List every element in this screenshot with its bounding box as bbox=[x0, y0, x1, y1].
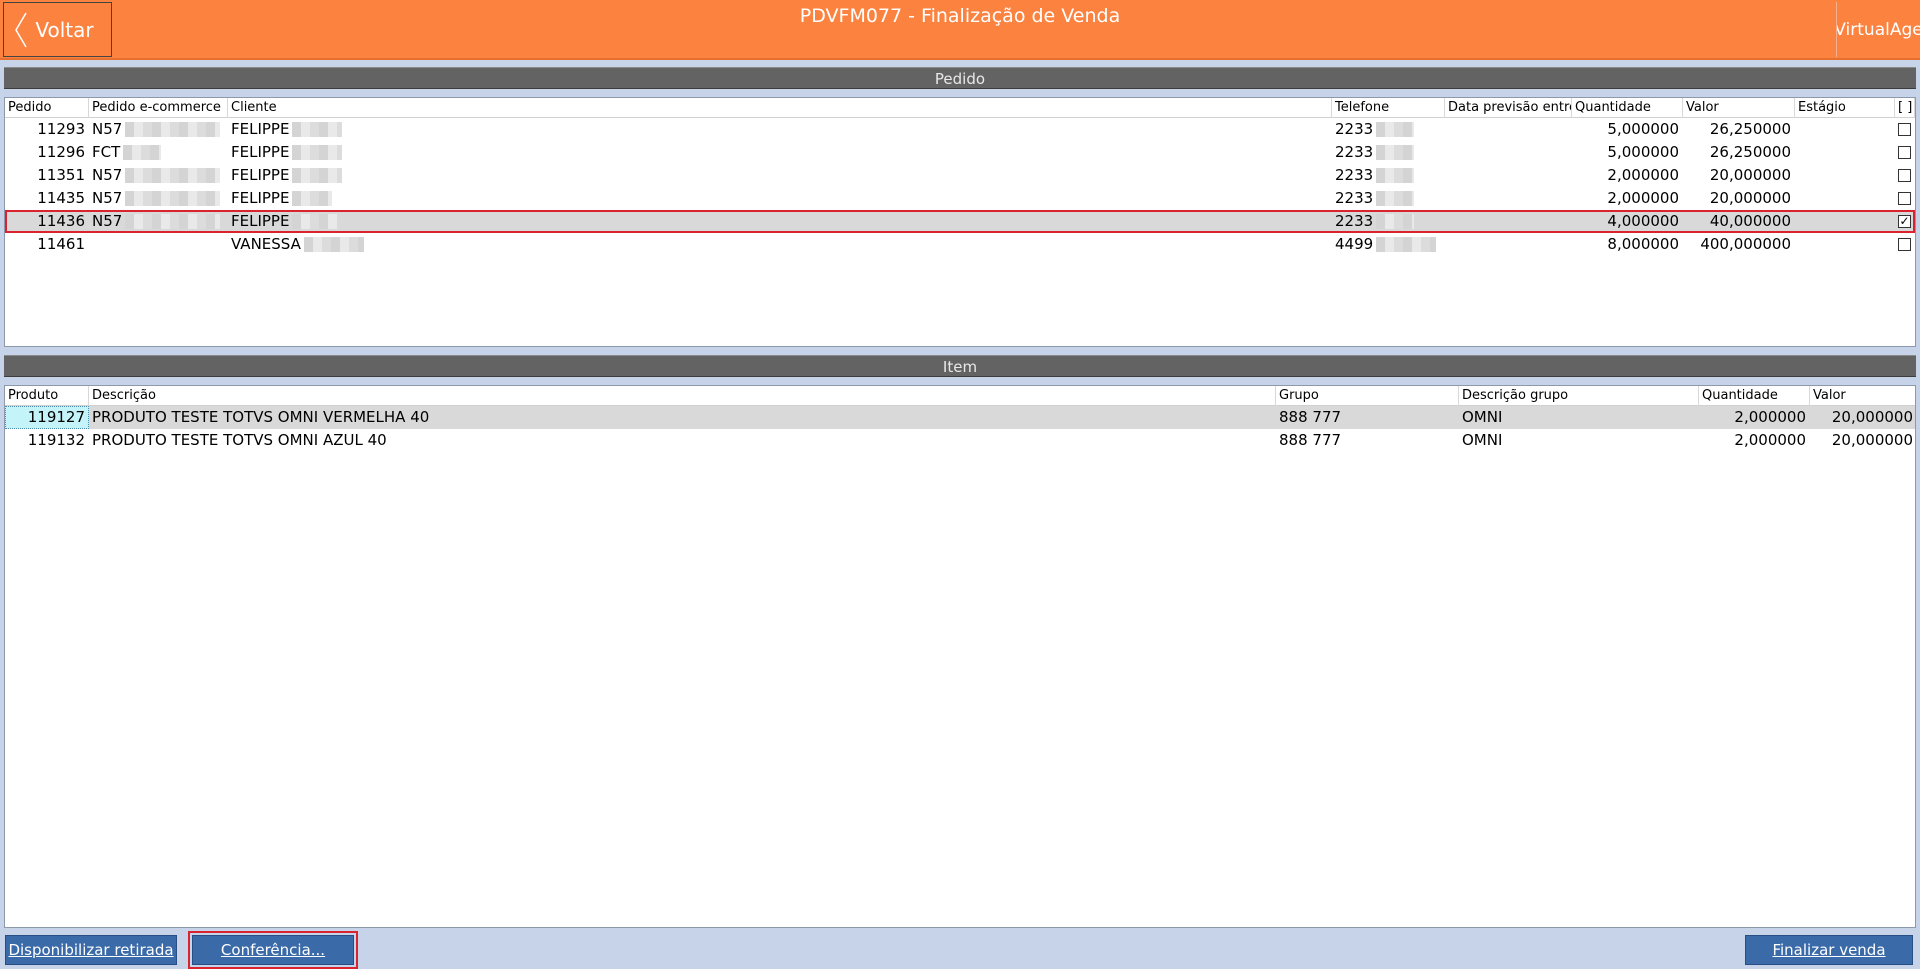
telefone: 4499 bbox=[1335, 235, 1374, 253]
cliente-name: FELIPPE bbox=[231, 143, 290, 161]
cliente-name: FELIPPE bbox=[231, 189, 290, 207]
row-checkbox[interactable] bbox=[1898, 169, 1911, 182]
cliente-name: FELIPPE bbox=[231, 166, 290, 184]
col-produto[interactable]: Produto bbox=[5, 386, 89, 406]
ecommerce-id: FCT bbox=[92, 143, 121, 161]
item-quantidade: 2,000000 bbox=[1734, 408, 1806, 426]
finalizar-venda-button[interactable]: Finalizar venda bbox=[1745, 935, 1913, 965]
item-descricao-grupo: OMNI bbox=[1462, 431, 1503, 449]
item-descricao: PRODUTO TESTE TOTVS OMNI VERMELHA 40 bbox=[92, 408, 430, 426]
col-quantidade[interactable]: Quantidade bbox=[1572, 98, 1683, 118]
item-grid-header: Produto Descrição Grupo Descrição grupo … bbox=[5, 386, 1915, 406]
item-descricao: PRODUTO TESTE TOTVS OMNI AZUL 40 bbox=[92, 431, 387, 449]
disponibilizar-retirada-button[interactable]: Disponibilizar retirada bbox=[5, 935, 177, 965]
pedido-number: 11296 bbox=[37, 143, 85, 161]
col-pedido-ecommerce[interactable]: Pedido e-commerce bbox=[89, 98, 228, 118]
row-checkbox[interactable] bbox=[1898, 238, 1911, 251]
quantidade: 4,000000 bbox=[1607, 212, 1679, 230]
telefone: 2233 bbox=[1335, 120, 1374, 138]
cliente-name: VANESSA bbox=[231, 235, 301, 253]
col-valor[interactable]: Valor bbox=[1810, 386, 1915, 406]
pedido-number: 11293 bbox=[37, 120, 85, 138]
col-estagio[interactable]: Estágio bbox=[1795, 98, 1895, 118]
row-checkbox-checked[interactable]: ✓ bbox=[1898, 215, 1911, 228]
col-check-all[interactable]: [ ] bbox=[1895, 98, 1915, 118]
brand-label: VirtualAge bbox=[1836, 2, 1920, 57]
item-descricao-grupo: OMNI bbox=[1462, 408, 1503, 426]
quantidade: 5,000000 bbox=[1607, 120, 1679, 138]
pedido-grid[interactable]: Pedido Pedido e-commerce Cliente Telefon… bbox=[4, 97, 1916, 347]
valor: 20,000000 bbox=[1709, 166, 1791, 184]
telefone: 2233 bbox=[1335, 189, 1374, 207]
pedido-grid-header: Pedido Pedido e-commerce Cliente Telefon… bbox=[5, 98, 1915, 118]
valor: 20,000000 bbox=[1709, 189, 1791, 207]
telefone: 2233 bbox=[1335, 212, 1374, 230]
col-pedido[interactable]: Pedido bbox=[5, 98, 89, 118]
page-title: PDVFM077 - Finalização de Venda bbox=[799, 5, 1121, 27]
ecommerce-id: N57 bbox=[92, 120, 123, 138]
pedido-row[interactable]: 11435 N57 FELIPPE 2233 2,000000 20,00000… bbox=[5, 187, 1915, 210]
item-grupo: 888 777 bbox=[1279, 431, 1342, 449]
cliente-name: FELIPPE bbox=[231, 120, 290, 138]
pedido-number: 11351 bbox=[37, 166, 85, 184]
conferencia-button[interactable]: Conferência... bbox=[188, 931, 358, 969]
cliente-name: FELIPPE bbox=[231, 212, 290, 230]
col-data-previsao[interactable]: Data previsão entre bbox=[1445, 98, 1572, 118]
item-grid[interactable]: Produto Descrição Grupo Descrição grupo … bbox=[4, 385, 1916, 928]
pedido-section-header: Pedido bbox=[4, 67, 1916, 89]
row-checkbox[interactable] bbox=[1898, 123, 1911, 136]
item-row[interactable]: 119132 PRODUTO TESTE TOTVS OMNI AZUL 40 … bbox=[5, 429, 1915, 452]
pedido-row[interactable]: 11293 N57 FELIPPE 2233 5,000000 26,25000… bbox=[5, 118, 1915, 141]
col-descricao-grupo[interactable]: Descrição grupo bbox=[1459, 386, 1699, 406]
item-row-selected[interactable]: 119127 PRODUTO TESTE TOTVS OMNI VERMELHA… bbox=[5, 406, 1915, 429]
quantidade: 8,000000 bbox=[1607, 235, 1679, 253]
quantidade: 2,000000 bbox=[1607, 166, 1679, 184]
quantidade: 2,000000 bbox=[1607, 189, 1679, 207]
row-checkbox[interactable] bbox=[1898, 192, 1911, 205]
col-telefone[interactable]: Telefone bbox=[1332, 98, 1445, 118]
valor: 26,250000 bbox=[1709, 120, 1791, 138]
item-quantidade: 2,000000 bbox=[1734, 431, 1806, 449]
telefone: 2233 bbox=[1335, 166, 1374, 184]
row-checkbox[interactable] bbox=[1898, 146, 1911, 159]
produto-code: 119132 bbox=[27, 431, 85, 449]
pedido-number: 11436 bbox=[37, 212, 85, 230]
pedido-number: 11461 bbox=[37, 235, 85, 253]
ecommerce-id: N57 bbox=[92, 189, 123, 207]
title-bar: Voltar PDVFM077 - Finalização de Venda V… bbox=[0, 0, 1920, 60]
item-section-header: Item bbox=[4, 355, 1916, 377]
pedido-row[interactable]: 11296 FCT FELIPPE 2233 5,000000 26,25000… bbox=[5, 141, 1915, 164]
pedido-row[interactable]: 11461 VANESSA 4499 8,000000 400,000000 bbox=[5, 233, 1915, 256]
ecommerce-id: N57 bbox=[92, 166, 123, 184]
produto-code[interactable]: 119127 bbox=[5, 406, 89, 429]
item-valor: 20,000000 bbox=[1831, 431, 1913, 449]
col-cliente[interactable]: Cliente bbox=[228, 98, 1332, 118]
ecommerce-id: N57 bbox=[92, 212, 123, 230]
col-grupo[interactable]: Grupo bbox=[1276, 386, 1459, 406]
pedido-row-selected[interactable]: 11436 N57 FELIPPE 2233 4,000000 40,00000… bbox=[5, 210, 1915, 233]
pedido-row[interactable]: 11351 N57 FELIPPE 2233 2,000000 20,00000… bbox=[5, 164, 1915, 187]
pedido-number: 11435 bbox=[37, 189, 85, 207]
valor: 26,250000 bbox=[1709, 143, 1791, 161]
item-grupo: 888 777 bbox=[1279, 408, 1342, 426]
col-valor[interactable]: Valor bbox=[1683, 98, 1795, 118]
telefone: 2233 bbox=[1335, 143, 1374, 161]
valor: 400,000000 bbox=[1700, 235, 1791, 253]
col-quantidade[interactable]: Quantidade bbox=[1699, 386, 1810, 406]
col-descricao[interactable]: Descrição bbox=[89, 386, 1276, 406]
item-valor: 20,000000 bbox=[1831, 408, 1913, 426]
valor: 40,000000 bbox=[1709, 212, 1791, 230]
quantidade: 5,000000 bbox=[1607, 143, 1679, 161]
